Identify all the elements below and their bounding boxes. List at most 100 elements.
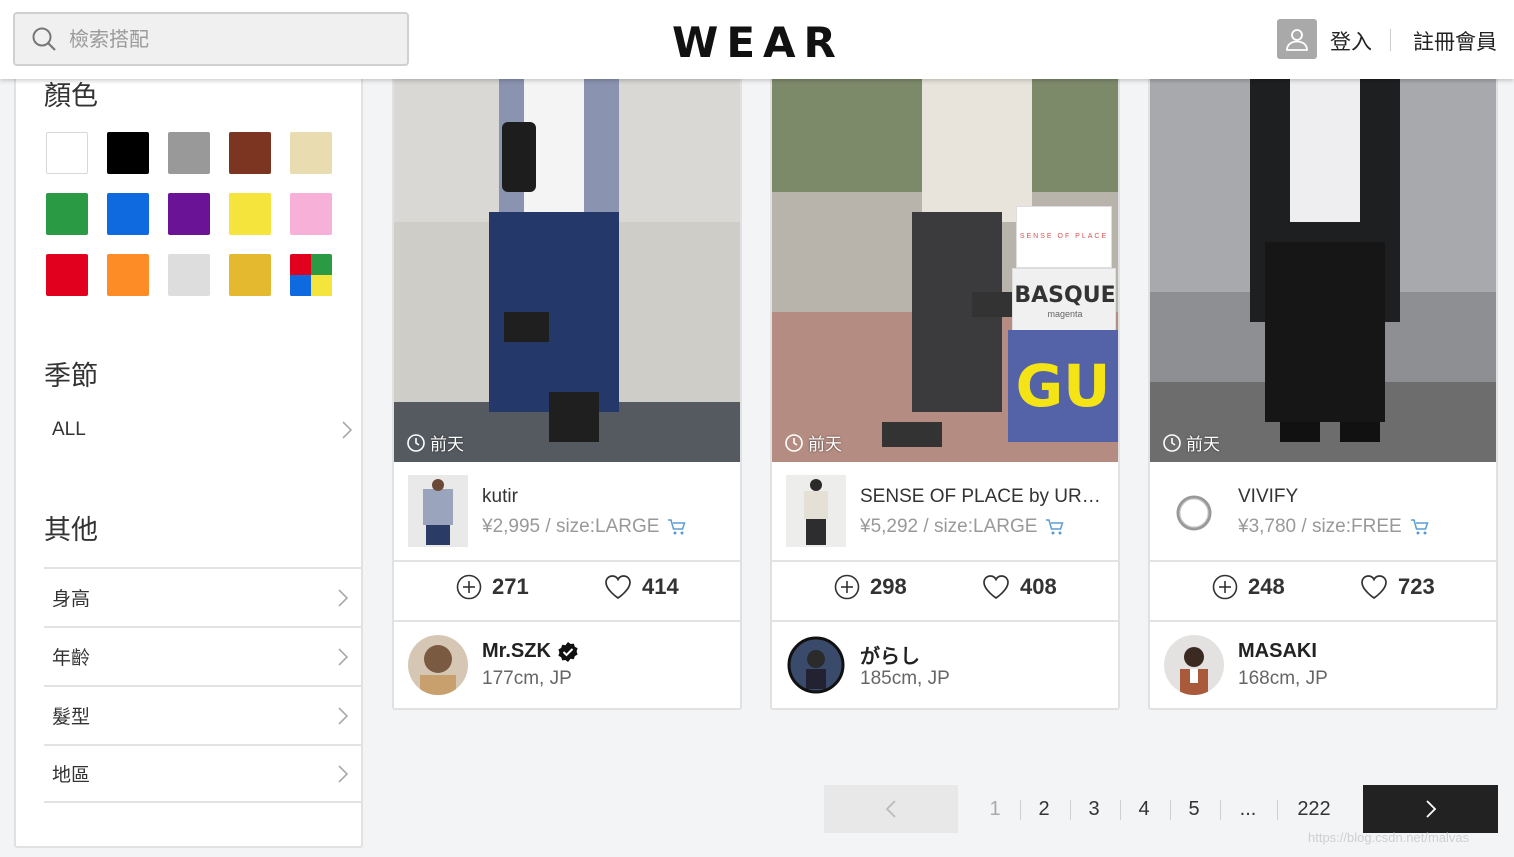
user-name[interactable]: Mr.SZK	[482, 640, 579, 663]
color-section-title: 顏色	[44, 81, 98, 112]
stats-row: 298 408	[772, 562, 1118, 622]
filter-sidebar: 顏色 季節 ALL 其他 身高 年齡 髮型 地區	[14, 60, 363, 848]
clock-icon	[407, 433, 425, 452]
stats-row: 248 723	[1150, 562, 1496, 622]
filter-height[interactable]: 身高	[44, 567, 362, 626]
site-logo[interactable]: WEAR	[672, 18, 842, 67]
color-swatch[interactable]	[290, 193, 332, 235]
user-row[interactable]: MASAKI 168cm, JP	[1150, 622, 1496, 708]
like-button[interactable]: 414	[604, 574, 679, 600]
avatar[interactable]	[408, 635, 468, 695]
filter-age[interactable]: 年齡	[44, 626, 362, 685]
outfit-photo[interactable]: SENSE OF PLACE BASQUE magenta GU	[772, 62, 1118, 462]
save-button[interactable]: 298	[834, 574, 907, 600]
clock-icon	[785, 433, 803, 452]
cart-icon[interactable]	[1410, 518, 1430, 536]
post-time: 前天	[406, 430, 464, 455]
color-swatch[interactable]	[229, 193, 271, 235]
item-price: ¥5,292 / size:LARGE	[860, 516, 1065, 538]
color-swatch[interactable]	[168, 132, 210, 174]
color-swatch[interactable]	[229, 132, 271, 174]
like-button[interactable]: 408	[982, 574, 1057, 600]
page-divider	[1070, 800, 1071, 820]
outfit-photo[interactable]	[394, 62, 740, 462]
login-link[interactable]: 登入	[1330, 26, 1372, 56]
user-row[interactable]: がらし 185cm, JP	[772, 622, 1118, 708]
item-row[interactable]: kutir ¥2,995 / size:LARGE	[394, 462, 740, 562]
search-box[interactable]	[13, 12, 409, 66]
color-swatch[interactable]	[107, 132, 149, 174]
page-1[interactable]: 1	[988, 798, 1002, 821]
page-3[interactable]: 3	[1087, 798, 1101, 821]
season-value: ALL	[52, 419, 86, 440]
user-icon[interactable]	[1277, 19, 1317, 59]
item-thumbnail[interactable]	[408, 475, 468, 547]
page-divider	[1170, 800, 1171, 820]
chevron-left-icon	[885, 800, 896, 818]
cart-icon[interactable]	[1045, 518, 1065, 536]
other-section-title: 其他	[44, 515, 98, 546]
prev-page-button[interactable]	[824, 785, 958, 833]
item-thumbnail[interactable]	[786, 475, 846, 547]
color-swatch[interactable]	[290, 254, 332, 296]
plus-circle-icon	[834, 574, 860, 600]
heart-icon	[983, 575, 1009, 600]
filter-hairstyle[interactable]: 髮型	[44, 685, 362, 744]
page-divider	[1020, 800, 1021, 820]
register-link[interactable]: 註冊會員	[1413, 26, 1497, 56]
filter-region[interactable]: 地區	[44, 744, 362, 803]
avatar[interactable]	[1164, 635, 1224, 695]
brand-tag-sense-of-place[interactable]: SENSE OF PLACE	[1016, 206, 1112, 268]
color-swatch[interactable]	[168, 254, 210, 296]
like-button[interactable]: 723	[1360, 574, 1435, 600]
color-swatch[interactable]	[168, 193, 210, 235]
item-price: ¥2,995 / size:LARGE	[482, 516, 687, 538]
color-swatch[interactable]	[46, 132, 88, 174]
item-row[interactable]: SENSE OF PLACE by URBAN RESEARCH ¥5,292 …	[772, 462, 1118, 562]
chevron-right-icon	[338, 706, 349, 725]
user-name[interactable]: MASAKI	[1238, 640, 1317, 663]
user-name[interactable]: がらし	[860, 640, 920, 669]
cart-icon[interactable]	[667, 518, 687, 536]
color-swatch[interactable]	[290, 132, 332, 174]
page-4[interactable]: 4	[1137, 798, 1151, 821]
brand-tag-basque[interactable]: BASQUE magenta	[1012, 268, 1116, 332]
filter-label: 身高	[52, 588, 91, 610]
page-ellipsis: ...	[1239, 798, 1257, 820]
user-row[interactable]: Mr.SZK 177cm, JP	[394, 622, 740, 708]
save-button[interactable]: 248	[1212, 574, 1285, 600]
chevron-right-icon	[338, 647, 349, 666]
item-brand[interactable]: VIVIFY	[1238, 486, 1490, 508]
item-row[interactable]: VIVIFY ¥3,780 / size:FREE	[1150, 462, 1496, 562]
search-input[interactable]	[69, 27, 369, 51]
item-thumbnail[interactable]	[1164, 475, 1224, 547]
color-swatch[interactable]	[107, 193, 149, 235]
chevron-right-icon	[342, 421, 353, 439]
user-info: 185cm, JP	[860, 668, 950, 689]
item-brand[interactable]: kutir	[482, 486, 734, 508]
color-swatch[interactable]	[107, 254, 149, 296]
page-5[interactable]: 5	[1187, 798, 1201, 821]
plus-circle-icon	[456, 574, 482, 600]
outfit-card: 前天 kutir ¥2,995 / size:LARGE 271 414 Mr.…	[392, 60, 742, 710]
heart-icon	[1361, 575, 1387, 600]
save-button[interactable]: 271	[456, 574, 529, 600]
avatar[interactable]	[786, 635, 846, 695]
next-page-button[interactable]	[1363, 785, 1498, 833]
filter-label: 髮型	[52, 706, 91, 728]
brand-tag-gu[interactable]: GU	[1008, 330, 1118, 442]
item-brand[interactable]: SENSE OF PLACE by URBAN RESEARCH	[860, 486, 1112, 508]
outfit-photo[interactable]	[1150, 62, 1496, 462]
search-icon	[32, 27, 56, 51]
color-swatch[interactable]	[229, 254, 271, 296]
verified-badge-icon	[558, 641, 578, 662]
page-last[interactable]: 222	[1294, 798, 1334, 821]
chevron-right-icon	[338, 588, 349, 607]
user-info: 177cm, JP	[482, 668, 572, 689]
color-swatch[interactable]	[46, 193, 88, 235]
color-swatch[interactable]	[46, 254, 88, 296]
season-selector[interactable]: ALL	[44, 410, 354, 450]
post-time: 前天	[784, 430, 842, 455]
page-2[interactable]: 2	[1037, 798, 1051, 821]
outfit-card: 前天 VIVIFY ¥3,780 / size:FREE 248 723 MAS…	[1148, 60, 1498, 710]
